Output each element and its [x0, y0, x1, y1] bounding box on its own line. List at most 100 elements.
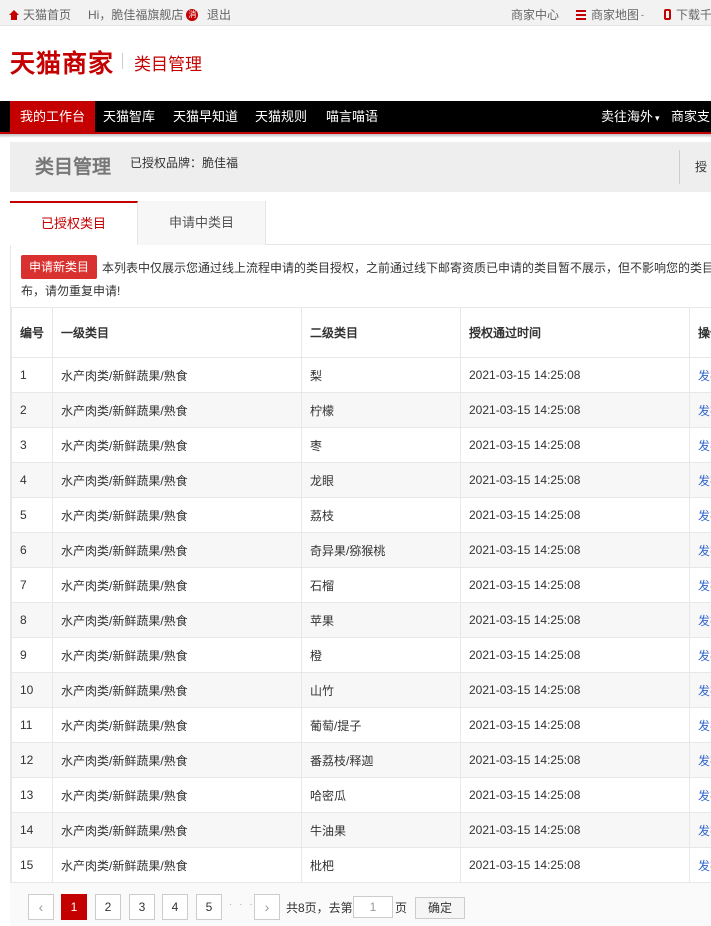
table-row: 7水产肉类/新鲜蔬果/熟食石榴2021-03-15 14:25:08发布: [11, 567, 711, 603]
cell-number: 11: [11, 707, 53, 743]
table-row: 6 水产肉类/新鲜蔬果/熟食 奇异果/猕猴桃 2021-03-15 14:25:08 发…: [11, 532, 711, 568]
goto-page-input[interactable]: [353, 896, 393, 918]
cell-level1-category: 水产肉类/新鲜蔬果/熟食: [52, 707, 302, 743]
cell-number: 3: [11, 427, 53, 463]
column-header-action: 操作: [689, 307, 711, 358]
category-table: 编号 一级类目 二级类目 授权通过时间 操作 1水产肉类/新鲜蔬果/熟食梨202…: [11, 307, 711, 883]
cell-action-link[interactable]: 发布: [689, 602, 711, 638]
prev-page-button[interactable]: ‹: [28, 894, 54, 920]
tab-authorized-categories[interactable]: 已授权类目: [10, 201, 138, 245]
page-button-5[interactable]: 5: [196, 894, 222, 920]
user-greeting: Hi，脆佳福旗舰店 消: [88, 6, 199, 23]
merchant-map-link[interactable]: 商家地图 -: [576, 6, 644, 23]
cell-level1-category: 水产肉类/新鲜蔬果/熟食: [52, 812, 302, 848]
cell-number: 1: [11, 357, 53, 393]
home-link[interactable]: 天猫首页: [9, 6, 71, 23]
page-button-4[interactable]: 4: [162, 894, 188, 920]
chevron-down-icon: -: [641, 9, 645, 20]
cell-action-link[interactable]: 发布: [689, 777, 711, 813]
cell-action-link[interactable]: 发布: [689, 497, 711, 533]
header-subtitle: 类目管理: [134, 55, 202, 74]
cell-level1-category: 水产肉类/新鲜蔬果/熟食: [52, 637, 302, 673]
notice-text-line1: 本列表中仅展示您通过线上流程申请的类目授权，之前通过线下邮寄资质已申请的类目暂不…: [102, 261, 711, 275]
goto-page-confirm-button[interactable]: 确定: [415, 897, 465, 919]
nav-item-sell-overseas[interactable]: 卖往海外 ▾: [591, 101, 670, 132]
table-row: 3水产肉类/新鲜蔬果/熟食枣2021-03-15 14:25:08发布: [11, 427, 711, 463]
cell-level2-category: 山竹: [301, 672, 461, 708]
cell-auth-time: 2021-03-15 14:25:08: [460, 637, 690, 673]
cell-number: 7: [11, 567, 53, 603]
cell-auth-time: 2021-03-15 14:25:08: [460, 462, 690, 498]
cell-level1-category: 水产肉类/新鲜蔬果/熟食: [52, 357, 302, 393]
authorization-link[interactable]: 授: [695, 158, 707, 175]
cell-action-link[interactable]: 发布: [689, 672, 711, 708]
cell-number: 13: [11, 777, 53, 813]
download-label: 下载千: [676, 8, 711, 22]
page-unit-text: 页: [395, 901, 408, 915]
cell-auth-time: 2021-03-15 14:25:08: [460, 567, 690, 603]
page-button-2[interactable]: 2: [95, 894, 121, 920]
page-title: 类目管理: [35, 157, 112, 178]
cell-action-link[interactable]: 发布: [689, 427, 711, 463]
cell-action-link[interactable]: 发布: [689, 567, 711, 603]
cell-action-link[interactable]: 发布: [689, 707, 711, 743]
top-bar: 天猫首页 Hi，脆佳福旗舰店 消 退出 商家中心 商家地图 - 下载千: [0, 0, 711, 26]
cell-number: 5: [11, 497, 53, 533]
cell-level2-category: 龙眼: [301, 462, 461, 498]
table-row: 12 水产肉类/新鲜蔬果/熟食 番荔枝/释迦 2021-03-15 14:25:08 发…: [11, 742, 711, 778]
cell-action-link[interactable]: 发布: [689, 532, 711, 568]
authorized-brand-label: 已授权品牌：脆佳福: [130, 156, 239, 170]
sell-overseas-label: 卖往海外: [601, 109, 654, 124]
cell-number: 2: [11, 392, 53, 428]
cell-action-link[interactable]: 发布: [689, 392, 711, 428]
table-row: 9水产肉类/新鲜蔬果/熟食橙2021-03-15 14:25:08发布: [11, 637, 711, 673]
table-row: 4水产肉类/新鲜蔬果/熟食龙眼2021-03-15 14:25:08发布: [11, 462, 711, 498]
nav-item-tmall-think-tank[interactable]: 天猫智库: [93, 101, 165, 132]
cell-action-link[interactable]: 发布: [689, 462, 711, 498]
cell-level2-category: 葡萄/提子: [301, 707, 461, 743]
next-page-button[interactable]: ›: [254, 894, 280, 920]
cell-level2-category: 橙: [301, 637, 461, 673]
nav-item-miaoyan[interactable]: 喵言喵语: [316, 101, 388, 132]
apply-new-category-button[interactable]: 申请新类目: [21, 255, 98, 279]
header-divider: [122, 53, 123, 69]
cell-level2-category: 苹果: [301, 602, 461, 638]
cell-level2-category: 柠檬: [301, 392, 461, 428]
cell-action-link[interactable]: 发布: [689, 847, 711, 883]
table-row: 5水产肉类/新鲜蔬果/熟食荔枝2021-03-15 14:25:08发布: [11, 497, 711, 533]
nav-item-tmall-early-news[interactable]: 天猫早知道: [163, 101, 248, 132]
cell-auth-time: 2021-03-15 14:25:08: [460, 847, 690, 883]
tab-pending-categories[interactable]: 申请中类目: [138, 201, 266, 245]
nav-item-tmall-rules[interactable]: 天猫规则: [245, 101, 317, 132]
nav-item-workbench[interactable]: 我的工作台: [10, 101, 96, 132]
home-link-label: 天猫首页: [23, 8, 72, 22]
tmall-merchant-logo[interactable]: 天猫商家: [10, 44, 114, 80]
main-nav: 我的工作台 天猫智库 天猫早知道 天猫规则 喵言喵语 卖往海外 ▾ 商家支: [0, 101, 711, 134]
table-row: 11水产肉类/新鲜蔬果/熟食葡萄/提子2021-03-15 14:25:08发布: [11, 707, 711, 743]
cell-level2-category: 哈密瓜: [301, 777, 461, 813]
table-row: 15水产肉类/新鲜蔬果/熟食枇杷2021-03-15 14:25:08发布: [11, 847, 711, 883]
cell-level1-category: 水产肉类/新鲜蔬果/熟食: [52, 602, 302, 638]
logout-link[interactable]: 退出: [207, 6, 231, 23]
title-band: 类目管理 已授权品牌：脆佳福 授: [10, 142, 711, 192]
cell-action-link[interactable]: 发布: [689, 357, 711, 393]
download-link[interactable]: 下载千: [664, 6, 711, 23]
cell-level1-category: 水产肉类/新鲜蔬果/熟食: [52, 672, 302, 708]
cell-action-link[interactable]: 发布: [689, 637, 711, 673]
cell-action-link[interactable]: 发布: [689, 812, 711, 848]
cell-number: 14: [11, 812, 53, 848]
page-button-3[interactable]: 3: [129, 894, 155, 920]
nav-item-merchant-support[interactable]: 商家支: [661, 101, 711, 132]
cell-level2-category: 枣: [301, 427, 461, 463]
cell-level1-category: 水产肉类/新鲜蔬果/熟食: [52, 392, 302, 428]
merchant-center-link[interactable]: 商家中心: [511, 6, 559, 23]
cell-auth-time: 2021-03-15 14:25:08: [460, 497, 690, 533]
cell-auth-time: 2021-03-15 14:25:08: [460, 777, 690, 813]
page-button-1[interactable]: 1: [61, 894, 87, 920]
cell-level1-category: 水产肉类/新鲜蔬果/熟食: [52, 777, 302, 813]
cell-level2-category: 奇异果/猕猴桃: [301, 532, 461, 568]
cell-action-link[interactable]: 发布: [689, 742, 711, 778]
message-icon[interactable]: 消: [186, 8, 199, 21]
category-table-wrapper: 编号 一级类目 二级类目 授权通过时间 操作 1水产肉类/新鲜蔬果/熟食梨202…: [10, 307, 711, 883]
cell-auth-time: 2021-03-15 14:25:08: [460, 357, 690, 393]
